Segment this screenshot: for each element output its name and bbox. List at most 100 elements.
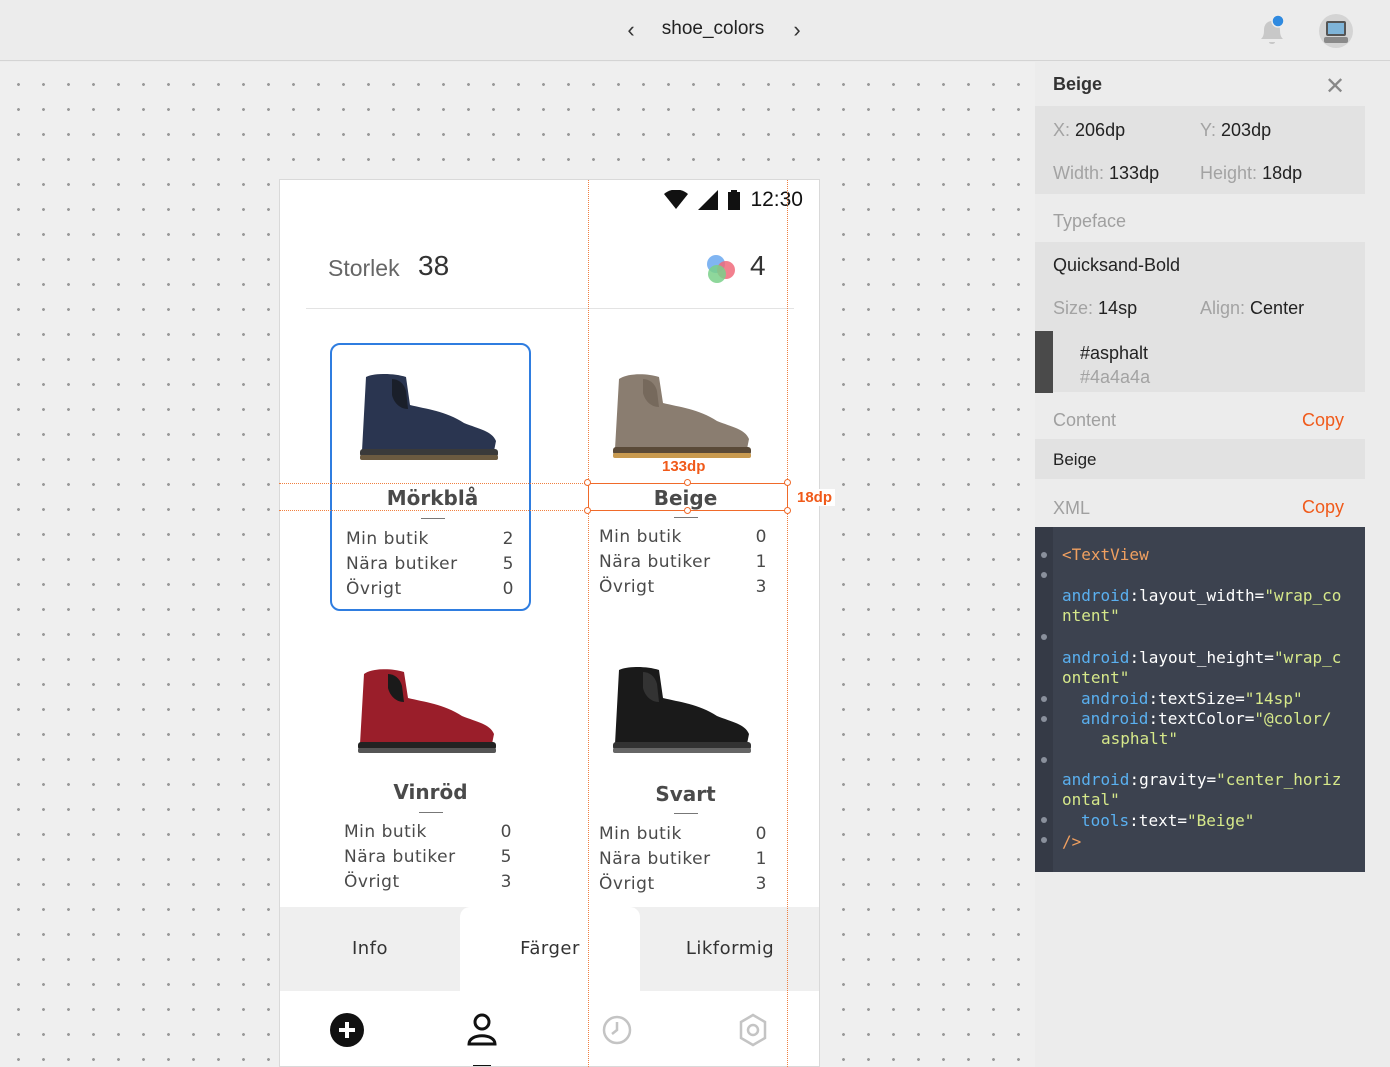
stat-value: 3 bbox=[755, 874, 767, 894]
stat-label: Min butik bbox=[346, 529, 429, 549]
color-circles-icon bbox=[707, 255, 735, 283]
stat-value: 5 bbox=[500, 847, 512, 867]
content-value: Beige bbox=[1053, 450, 1097, 469]
person-icon[interactable] bbox=[463, 1011, 501, 1049]
width-value-row: Width: 133dp bbox=[1053, 163, 1159, 184]
stat-value: 0 bbox=[500, 822, 512, 842]
resize-handle[interactable] bbox=[684, 507, 691, 514]
code-gutter bbox=[1035, 527, 1053, 872]
height-key: Height: bbox=[1200, 163, 1258, 183]
shoe-image-beige bbox=[613, 374, 751, 458]
user-avatar-icon[interactable] bbox=[1318, 13, 1354, 49]
stat-label: Min butik bbox=[599, 527, 682, 547]
height-value-row: Height: 18dp bbox=[1200, 163, 1302, 184]
color-card-svart[interactable]: Svart Min butik 0 Nära butiker 1 Övrigt 3 bbox=[585, 638, 786, 906]
inspector-panel: Beige ✕ X: 206dp Y: 203dp Width: 133dp H… bbox=[1035, 62, 1365, 1067]
stat-row: Nära butiker 1 bbox=[599, 849, 767, 873]
code-line: android:textColor="@color/ bbox=[1081, 709, 1332, 728]
card-dash bbox=[674, 517, 698, 518]
stat-label: Nära butiker bbox=[344, 847, 456, 867]
content-block: Beige bbox=[1035, 439, 1365, 479]
y-value-row: Y: 203dp bbox=[1200, 120, 1271, 141]
code-line: android:textSize="14sp" bbox=[1081, 689, 1303, 708]
code-line: android:layout_height="wrap_c bbox=[1062, 648, 1342, 667]
width-measure-label: 133dp bbox=[659, 458, 709, 475]
notification-bell-icon[interactable] bbox=[1255, 14, 1289, 48]
resize-handle[interactable] bbox=[584, 479, 591, 486]
stat-row: Min butik 2 bbox=[346, 529, 514, 553]
resize-handle[interactable] bbox=[784, 507, 791, 514]
width-key: Width: bbox=[1053, 163, 1105, 183]
add-circle-icon[interactable] bbox=[328, 1011, 366, 1049]
color-name: #asphalt bbox=[1080, 343, 1149, 363]
code-dot bbox=[1041, 817, 1047, 823]
typeface-block: Quicksand-Bold Size: 14sp Align: Center … bbox=[1035, 242, 1365, 393]
color-card-vinrod[interactable]: Vinröd Min butik 0 Nära butiker 5 Övrigt 3 bbox=[330, 638, 531, 906]
resize-handle[interactable] bbox=[584, 507, 591, 514]
code-line: <TextView bbox=[1062, 545, 1149, 564]
stat-value: 5 bbox=[502, 554, 514, 574]
top-bar: ‹ shoe_colors › bbox=[0, 0, 1390, 61]
stat-row: Min butik 0 bbox=[599, 527, 767, 551]
settings-icon[interactable] bbox=[734, 1011, 772, 1049]
stat-label: Min butik bbox=[599, 824, 682, 844]
stat-label: Övrigt bbox=[599, 874, 655, 894]
stat-label: Nära butiker bbox=[599, 552, 711, 572]
clock-icon[interactable] bbox=[598, 1011, 636, 1049]
stat-row: Min butik 0 bbox=[344, 822, 512, 846]
code-dot bbox=[1041, 572, 1047, 578]
size-label: Storlek bbox=[328, 255, 400, 281]
code-dot bbox=[1041, 837, 1047, 843]
code-line: asphalt" bbox=[1101, 729, 1179, 748]
color-swatch bbox=[1035, 331, 1053, 393]
stat-row: Min butik 0 bbox=[599, 824, 767, 848]
xml-code-block: <TextView android:layout_width="wrap_co … bbox=[1035, 527, 1365, 872]
stat-label: Övrigt bbox=[346, 579, 402, 599]
code-line: /> bbox=[1062, 832, 1082, 851]
copy-xml-button[interactable]: Copy bbox=[1302, 497, 1344, 518]
shoe-image-svart bbox=[613, 667, 751, 753]
card-dash bbox=[419, 812, 443, 813]
tab-likformig[interactable]: Likformig bbox=[640, 907, 819, 991]
wifi-icon bbox=[664, 190, 689, 209]
stat-label: Nära butiker bbox=[599, 849, 711, 869]
stat-value: 0 bbox=[502, 579, 514, 599]
battery-icon bbox=[728, 190, 741, 210]
inspector-title: Beige bbox=[1053, 74, 1103, 94]
card-name: Vinröd bbox=[393, 780, 468, 804]
screen-title: shoe_colors bbox=[661, 18, 765, 39]
typeface-value: Quicksand-Bold bbox=[1053, 255, 1181, 275]
y-value: 203dp bbox=[1221, 120, 1272, 140]
tab-farger[interactable]: Färger bbox=[460, 907, 640, 991]
resize-handle[interactable] bbox=[784, 479, 791, 486]
color-card-morkbla[interactable]: Mörkblå Min butik 2 Nära butiker 5 Övrigt 0 bbox=[330, 343, 531, 611]
card-name: Svart bbox=[655, 782, 716, 806]
stat-value: 2 bbox=[502, 529, 514, 549]
position-block: X: 206dp Y: 203dp Width: 133dp Height: 1… bbox=[1035, 106, 1365, 194]
bottom-navigation bbox=[280, 991, 819, 1066]
resize-handle[interactable] bbox=[684, 479, 691, 486]
close-icon[interactable]: ✕ bbox=[1325, 72, 1345, 101]
content-label: Content bbox=[1053, 410, 1117, 430]
stat-label: Övrigt bbox=[599, 577, 655, 597]
color-card-beige[interactable]: Beige Min butik 0 Nära butiker 1 Övrigt 3 bbox=[585, 343, 786, 611]
copy-content-button[interactable]: Copy bbox=[1302, 410, 1344, 431]
height-value: 18dp bbox=[1262, 163, 1303, 183]
code-dot bbox=[1041, 716, 1047, 722]
stat-row: Övrigt 3 bbox=[599, 577, 767, 601]
font-size-row: Size: 14sp bbox=[1053, 298, 1137, 319]
code-dot bbox=[1041, 757, 1047, 763]
stat-label: Min butik bbox=[344, 822, 427, 842]
header-divider bbox=[306, 308, 794, 309]
code-dot bbox=[1041, 634, 1047, 640]
tab-info[interactable]: Info bbox=[280, 907, 460, 991]
size-value: 38 bbox=[418, 250, 450, 281]
stat-row: Övrigt 3 bbox=[599, 874, 767, 898]
stat-row: Nära butiker 1 bbox=[599, 552, 767, 576]
stat-row: Nära butiker 5 bbox=[346, 554, 514, 578]
size-key: Size: bbox=[1053, 298, 1094, 318]
width-value: 133dp bbox=[1109, 163, 1160, 183]
shoe-image-morkbla bbox=[360, 374, 498, 460]
stat-value: 3 bbox=[755, 577, 767, 597]
next-screen-button[interactable]: › bbox=[785, 18, 809, 42]
